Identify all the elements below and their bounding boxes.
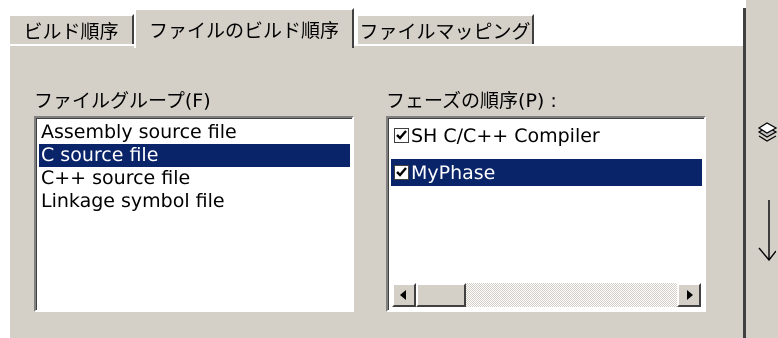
list-item[interactable]: Assembly source file [39,121,350,144]
list-item[interactable]: Linkage symbol file [39,190,350,213]
phase-order-listbox[interactable]: SH C/C++ Compiler MyPhase [386,116,706,312]
list-item[interactable]: C++ source file [39,167,350,190]
dialog: ビルド順序 ファイルのビルド順序 ファイルマッピング ファイルグループ(F) A… [0,0,778,338]
right-strip [746,0,778,338]
tab-file-mapping[interactable]: ファイルマッピング [356,14,534,44]
scroll-right-button[interactable] [677,283,701,307]
tab-label: ファイルのビルド順序 [148,19,339,42]
tab-label: ファイルマッピング [359,20,531,43]
list-item-selected[interactable]: C source file [39,144,350,167]
check-icon [396,167,407,177]
tab-build-order[interactable]: ビルド順序 [8,14,134,44]
phase-order-label: フェーズの順序(P) : [386,90,557,112]
file-group-listbox[interactable]: Assembly source file C source file C++ s… [34,116,354,312]
stack-icon[interactable] [757,118,778,146]
horizontal-scrollbar[interactable] [392,283,701,307]
phase-item-label: SH C/C++ Compiler [411,124,600,147]
triangle-left-icon [400,290,406,300]
checkbox[interactable] [394,128,409,143]
scroll-thumb[interactable] [416,283,466,307]
scroll-left-button[interactable] [392,283,416,307]
phase-item-label: MyPhase [411,161,496,184]
panel-border [7,44,9,338]
down-arrow-icon [758,200,776,262]
phase-item[interactable]: SH C/C++ Compiler [391,122,702,149]
file-group-label: ファイルグループ(F) [34,90,211,112]
check-icon [396,130,407,140]
phase-item-selected[interactable]: MyPhase [391,159,702,186]
panel-border [7,44,743,46]
checkbox[interactable] [394,165,409,180]
tab-file-build-order[interactable]: ファイルのビルド順序 [134,8,354,48]
tab-label: ビルド順序 [23,20,119,43]
top-strip [0,0,746,8]
triangle-right-icon [687,290,693,300]
